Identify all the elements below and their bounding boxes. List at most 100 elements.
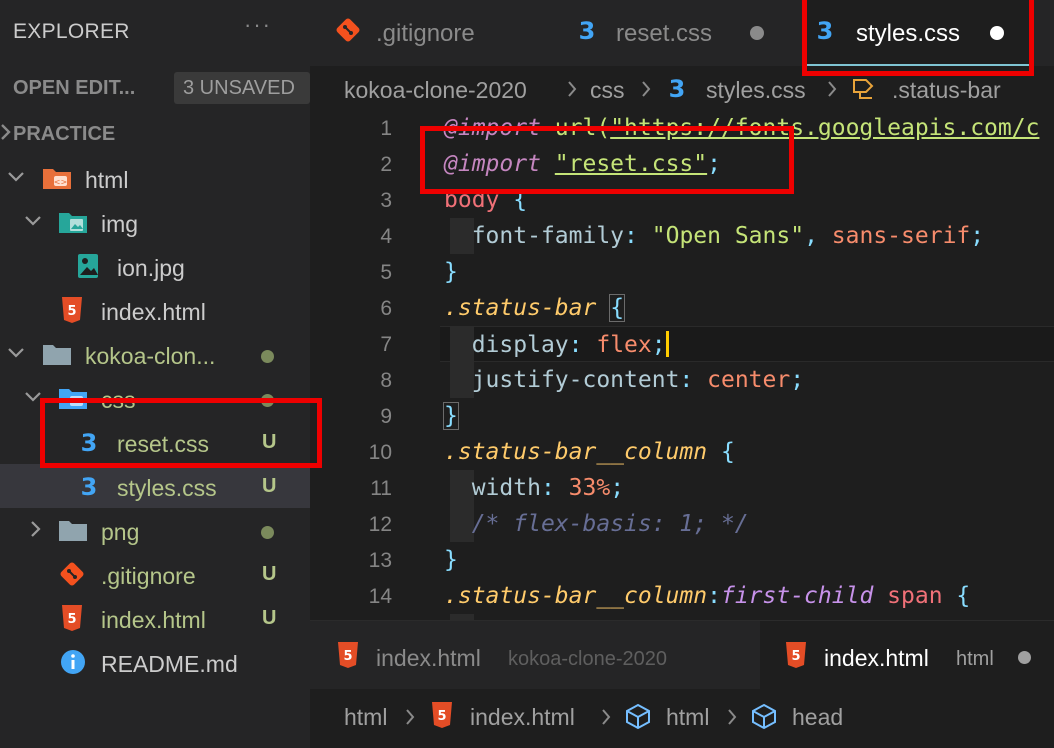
tree-item-label: styles.css	[117, 475, 217, 501]
code-token: 33%	[568, 475, 611, 501]
code-token: :	[540, 475, 555, 501]
html-icon: 5	[430, 701, 456, 735]
tree-file-styles-css[interactable]: 3 styles.css U	[0, 464, 310, 508]
open-editors-label: OPEN EDIT...	[13, 77, 136, 99]
unsaved-badge: 3 UNSAVED	[174, 72, 310, 104]
unsaved-dot-icon[interactable]	[750, 26, 764, 40]
tree-item-label: README.md	[101, 651, 238, 677]
breadcrumb-item[interactable]: html	[344, 704, 387, 731]
line-number: 5	[380, 261, 392, 284]
tab-reset-css[interactable]: 3 reset.css	[546, 0, 798, 66]
cube-icon	[624, 702, 652, 736]
code-token: :	[568, 332, 583, 358]
code-token: }	[444, 259, 458, 285]
html-icon: 5	[336, 641, 362, 668]
css-selector-icon	[850, 74, 878, 108]
tree-file-index-html[interactable]: 5 index.html	[0, 288, 310, 332]
code-token: {	[956, 583, 971, 609]
breadcrumb-item[interactable]: css	[590, 77, 625, 104]
chevron-right-icon	[0, 117, 12, 153]
tree-file-gitignore[interactable]: .gitignore U	[0, 552, 310, 596]
breadcrumb-item[interactable]: html	[666, 704, 709, 731]
tree-file-readme[interactable]: README.md	[0, 640, 310, 684]
code-token: /* flex-basis: 1; */	[471, 511, 749, 537]
open-editors-section[interactable]: OPEN EDIT... 3 UNSAVED	[0, 68, 310, 110]
secondary-breadcrumb: html 5 index.html html head	[310, 699, 1054, 739]
breadcrumb-item[interactable]: .status-bar	[892, 77, 1001, 104]
code-line: justify-content: center;	[444, 367, 804, 393]
editor-group: .gitignore 3 reset.css 3 styles.css koko…	[310, 0, 1054, 620]
tree-item-label: img	[101, 211, 139, 237]
code-token: ,	[804, 223, 818, 249]
svg-text:5: 5	[343, 649, 352, 664]
chevron-down-icon	[23, 208, 43, 234]
cube-icon	[750, 702, 778, 736]
code-token: :	[624, 223, 638, 249]
chevron-right-icon	[566, 77, 578, 107]
tab-description: kokoa-clone-2020	[508, 648, 667, 670]
breadcrumb-item[interactable]: kokoa-clone-2020	[344, 77, 527, 104]
info-icon	[60, 648, 88, 676]
more-actions-icon[interactable]: ···	[244, 12, 272, 38]
git-icon	[334, 16, 362, 44]
modified-dot-icon	[261, 526, 274, 539]
html-file-icon: 5	[60, 296, 88, 324]
folder-section-practice[interactable]: PRACTICE	[0, 112, 310, 154]
code-line: }	[443, 402, 459, 430]
tree-folder-html[interactable]: <> html	[0, 156, 310, 200]
code-token: .status-bar__column	[444, 439, 708, 465]
code-token: sans-serif	[831, 223, 971, 249]
tab-index-html-html[interactable]: 5 index.html html	[760, 621, 1054, 689]
code-token: .status-bar	[444, 295, 597, 321]
folder-icon	[42, 340, 71, 368]
code-line: width: 33%;	[444, 475, 624, 501]
html-folder-icon: <>	[42, 164, 71, 192]
line-number: 14	[368, 585, 392, 608]
svg-text:3: 3	[669, 75, 686, 102]
breadcrumb-item[interactable]: index.html	[470, 704, 575, 731]
svg-text:5: 5	[437, 709, 446, 724]
chevron-right-icon	[404, 705, 416, 735]
code-token: first-child	[720, 583, 874, 609]
tab-description: html	[956, 648, 994, 670]
code-line: display: flex;	[444, 331, 669, 358]
chevron-down-icon	[6, 164, 26, 190]
css-file-icon: 3	[76, 472, 104, 501]
tab-index-html-kokoa[interactable]: 5 index.html kokoa-clone-2020	[310, 621, 760, 689]
code-token: {	[609, 294, 626, 322]
chevron-right-icon	[726, 705, 738, 735]
unsaved-dot-icon[interactable]	[1018, 651, 1031, 664]
tree-item-label: html	[85, 167, 129, 193]
tree-file-ion-jpg[interactable]: ion.jpg	[0, 244, 310, 288]
tab-gitignore[interactable]: .gitignore	[310, 0, 546, 66]
breadcrumb-item[interactable]: styles.css	[706, 77, 806, 104]
tree-folder-kokoa-clone[interactable]: kokoa-clon...	[0, 332, 310, 376]
code-token: :	[679, 367, 694, 393]
tree-folder-png[interactable]: png	[0, 508, 310, 552]
folder-section-label: PRACTICE	[13, 123, 116, 145]
explorer-title: EXPLORER	[13, 20, 130, 43]
tab-label: index.html	[824, 645, 929, 671]
code-token: }	[444, 547, 458, 573]
line-number: 4	[380, 225, 392, 248]
css-icon: 3	[664, 74, 690, 108]
tab-label: index.html	[376, 645, 481, 671]
breadcrumb-item[interactable]: head	[792, 704, 843, 731]
line-number: 11	[370, 477, 392, 500]
line-number: 13	[368, 549, 392, 572]
explorer-sidebar: EXPLORER ··· OPEN EDIT... 3 UNSAVED PRAC…	[0, 0, 310, 748]
code-token: }	[443, 402, 459, 430]
code-line: .status-bar__column:first-child span {	[444, 583, 970, 609]
chevron-right-icon	[640, 77, 652, 107]
line-number: 1	[380, 117, 392, 140]
tree-folder-img[interactable]: img	[0, 200, 310, 244]
tree-file-index-html-2[interactable]: 5 index.html U	[0, 596, 310, 640]
code-token: "Open Sans"	[651, 223, 805, 249]
svg-text:5: 5	[67, 612, 76, 627]
code-token: ;	[651, 332, 666, 358]
svg-text:3: 3	[81, 473, 98, 500]
css-icon: 3	[574, 16, 602, 45]
secondary-tab-bar: 5 index.html kokoa-clone-2020 5 index.ht…	[310, 621, 1054, 689]
untracked-badge: U	[262, 607, 277, 629]
chevron-down-icon	[6, 340, 26, 366]
